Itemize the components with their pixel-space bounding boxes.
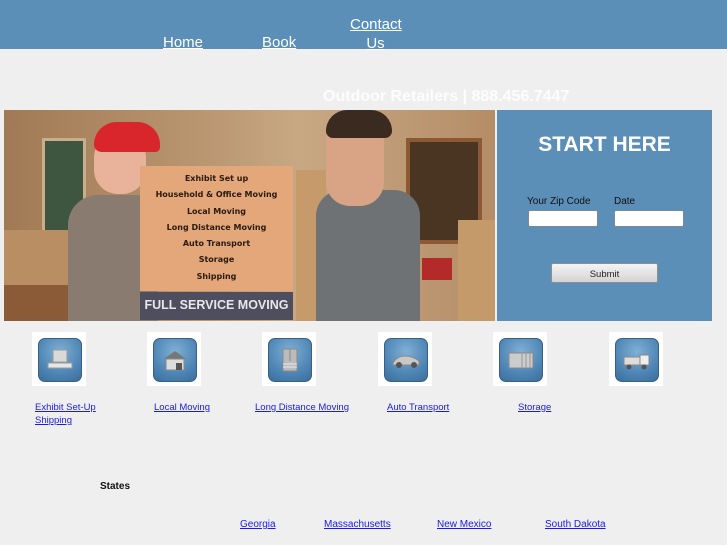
service-tile-exhibit[interactable] [32,332,86,386]
menu-item: Local Moving [186,206,247,216]
states-heading: States [100,481,131,492]
service-tile-long-distance[interactable] [262,332,316,386]
service-link-auto[interactable]: Auto Transport [387,401,449,414]
hero-box [4,230,74,285]
state-link-massachusetts[interactable]: Massachusetts [324,519,391,530]
pallet-box-icon [47,349,73,369]
service-link-exhibit[interactable]: Exhibit Set-Up Shipping [35,401,96,427]
hero-toaster [422,258,452,280]
services-menu-card: Exhibit Set up Household & Office Moving… [140,166,293,291]
service-tile-shipping[interactable] [609,332,663,386]
hero-man [316,190,420,321]
service-link-storage[interactable]: Storage [518,401,551,414]
form-title: START HERE [538,133,671,156]
menu-item: Exhibit Set up [184,174,249,183]
service-link-exhibit-line1: Exhibit Set-Up [35,402,96,413]
service-tile-storage[interactable] [493,332,547,386]
hero-counter [4,285,74,321]
nav-contact-line2: Us [366,35,385,52]
date-label: Date [614,196,636,207]
service-link-exhibit-line2: Shipping [35,415,72,426]
submit-button[interactable]: Submit [551,263,658,283]
state-link-georgia[interactable]: Georgia [240,519,276,530]
date-input[interactable] [614,210,684,227]
quote-form: START HERE Your Zip Code Date Submit [497,110,712,321]
nav-contact-link[interactable]: Contact Us [350,15,402,53]
header-tagline: Outdoor Retailers | 888.456.7447 [323,88,570,105]
hero-man-hair [326,110,392,138]
car-icon [392,355,420,368]
hero-bandana [94,122,160,152]
house-icon [164,351,186,371]
storage-container-icon [508,352,534,369]
menu-item: Shipping [196,271,237,281]
service-tile-local[interactable] [147,332,201,386]
truck-icon [623,354,650,370]
menu-item: Storage [198,255,235,265]
cabinet-icon [282,348,298,372]
zip-label: Your Zip Code [527,196,591,207]
nav-home-link[interactable]: Home [163,34,203,51]
menu-item: Auto Transport [182,239,251,249]
service-link-long-distance[interactable]: Long Distance Moving [255,401,349,414]
hero-box-right [458,220,495,321]
nav-book-link[interactable]: Book [262,34,296,51]
service-link-local[interactable]: Local Moving [154,401,210,414]
menu-item: Household & Office Moving [155,190,278,200]
nav-contact-line1: Contact [350,16,402,33]
state-link-new-mexico[interactable]: New Mexico [437,519,491,530]
full-service-banner: FULL SERVICE MOVING [140,292,293,320]
menu-item: Long Distance Moving [166,222,267,232]
state-link-south-dakota[interactable]: South Dakota [545,519,606,530]
service-tile-auto[interactable] [378,332,432,386]
zip-input[interactable] [528,210,598,227]
